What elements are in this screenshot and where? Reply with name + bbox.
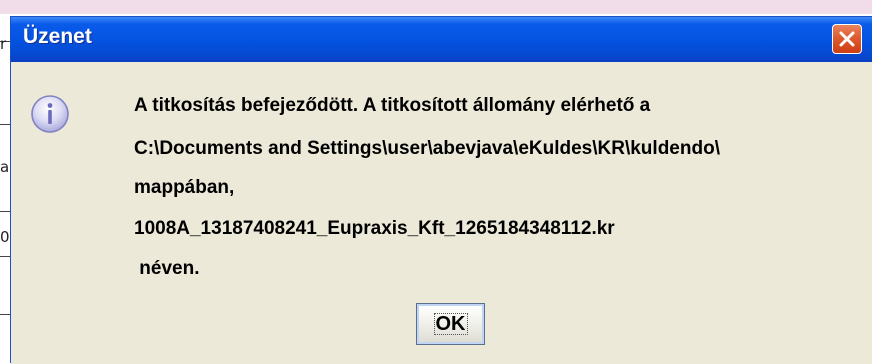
background-edge-text: a (0, 158, 10, 176)
background-edge-text: 0 (0, 228, 10, 246)
close-button[interactable] (832, 24, 862, 54)
message-line: C:\Documents and Settings\user\abevjava\… (134, 138, 720, 159)
message-line: mappában, (134, 177, 235, 198)
background-rule (0, 124, 10, 125)
message-line: néven. (134, 258, 200, 279)
background-edge-text: r (0, 35, 7, 53)
background-rule (0, 314, 10, 315)
dialog-titlebar[interactable]: Üzenet (11, 17, 872, 62)
ok-button-label: OK (433, 312, 468, 335)
message-dialog: Üzenet A titkosítás befejeződött. A titk… (10, 16, 872, 364)
message-line: A titkosítás befejeződött. A titkosított… (134, 95, 651, 116)
message-line: 1008A_13187408241_Eupraxis_Kft_126518434… (134, 218, 615, 239)
dialog-body: A titkosítás befejeződött. A titkosított… (11, 62, 872, 364)
ok-button[interactable]: OK (416, 303, 485, 345)
background-rule (0, 256, 10, 257)
background-rule (0, 211, 10, 212)
close-icon (839, 31, 855, 47)
info-icon (31, 95, 69, 133)
dialog-title: Üzenet (23, 25, 92, 48)
